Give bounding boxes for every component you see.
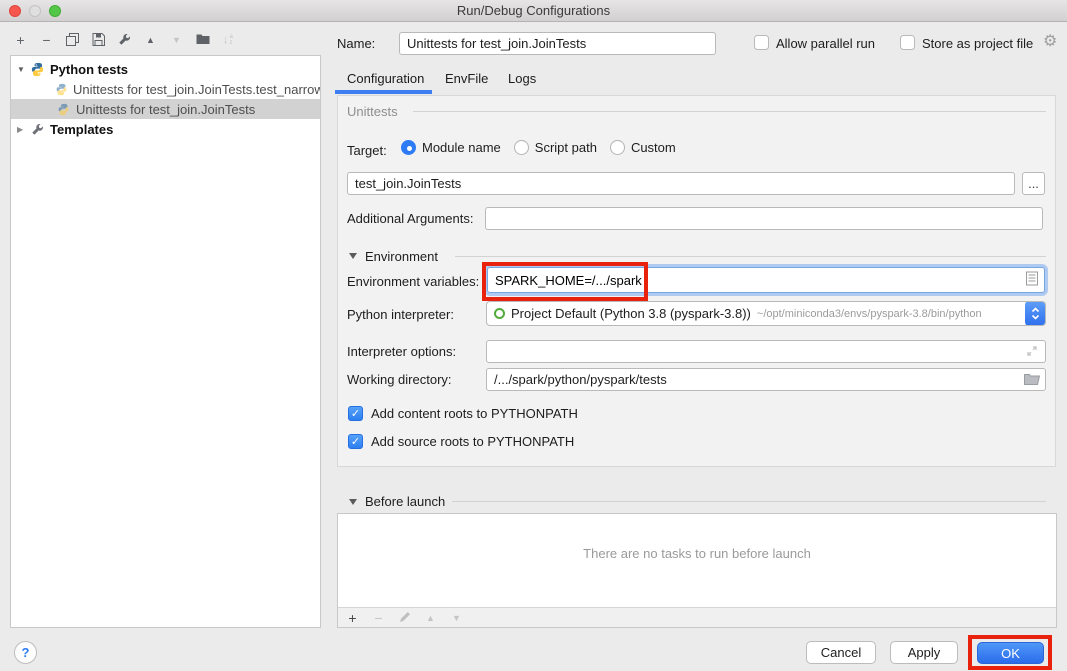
tree-item-python-tests[interactable]: ▼ Python tests bbox=[11, 59, 320, 79]
python-interpreter-label: Python interpreter: bbox=[347, 307, 454, 322]
radio-selected-icon[interactable] bbox=[401, 140, 416, 155]
interpreter-path: ~/opt/miniconda3/envs/pyspark-3.8/bin/py… bbox=[757, 308, 982, 320]
allow-parallel-run-label: Allow parallel run bbox=[776, 36, 875, 51]
folder-browse-icon[interactable] bbox=[1024, 373, 1040, 388]
environment-variables-input[interactable] bbox=[488, 268, 1044, 292]
tree-item-label: Unittests for test_join.JoinTests.test_n… bbox=[73, 82, 321, 97]
radio-script-path[interactable]: Script path bbox=[514, 140, 597, 155]
python-interpreter-select[interactable]: Project Default (Python 3.8 (pyspark-3.8… bbox=[486, 301, 1046, 326]
name-label: Name: bbox=[337, 36, 375, 51]
interpreter-options-input[interactable] bbox=[486, 340, 1046, 363]
collapsed-arrow-icon[interactable]: ▶ bbox=[17, 125, 29, 134]
window-title: Run/Debug Configurations bbox=[0, 0, 1067, 21]
cancel-button[interactable]: Cancel bbox=[806, 641, 876, 664]
edit-templates-wrench-icon[interactable] bbox=[118, 33, 131, 48]
add-source-roots-label: Add source roots to PYTHONPATH bbox=[371, 434, 574, 449]
add-task-icon[interactable]: + bbox=[346, 611, 359, 625]
store-as-project-file-label: Store as project file bbox=[922, 36, 1033, 51]
move-task-down-icon[interactable]: ▼ bbox=[450, 611, 463, 625]
environment-variables-label: Environment variables: bbox=[347, 274, 479, 289]
before-launch-empty-message: There are no tasks to run before launch bbox=[338, 546, 1056, 561]
additional-arguments-label: Additional Arguments: bbox=[347, 211, 473, 226]
module-name-input[interactable] bbox=[347, 172, 1015, 195]
conda-environment-icon bbox=[494, 308, 505, 319]
tab-envfile[interactable]: EnvFile bbox=[445, 71, 488, 86]
python-icon bbox=[29, 61, 45, 77]
tree-item-unittests-jointests-selected[interactable]: Unittests for test_join.JoinTests bbox=[11, 99, 320, 119]
target-label: Target: bbox=[347, 143, 387, 158]
radio-custom[interactable]: Custom bbox=[610, 140, 676, 155]
python-run-config-icon bbox=[55, 81, 68, 97]
tree-item-templates[interactable]: ▶ Templates bbox=[11, 119, 320, 139]
save-configuration-icon[interactable] bbox=[92, 33, 105, 48]
tree-item-label: Unittests for test_join.JoinTests bbox=[76, 102, 255, 117]
gear-icon[interactable]: ⚙ bbox=[1043, 34, 1057, 50]
move-task-up-icon[interactable]: ▲ bbox=[424, 611, 437, 625]
add-configuration-icon[interactable]: + bbox=[14, 33, 27, 47]
expand-field-icon[interactable] bbox=[1026, 345, 1038, 360]
add-source-roots-checkbox-row[interactable]: ✓ Add source roots to PYTHONPATH bbox=[348, 434, 574, 449]
remove-task-icon[interactable]: − bbox=[372, 611, 385, 625]
minimize-button[interactable] bbox=[29, 5, 41, 17]
radio-icon[interactable] bbox=[610, 140, 625, 155]
dropdown-stepper-icon[interactable] bbox=[1025, 301, 1046, 326]
ok-button[interactable]: OK bbox=[977, 642, 1044, 664]
section-divider bbox=[452, 501, 1046, 502]
tab-logs[interactable]: Logs bbox=[508, 71, 536, 86]
working-directory-label: Working directory: bbox=[347, 372, 452, 387]
additional-arguments-input[interactable] bbox=[485, 207, 1043, 230]
radio-icon[interactable] bbox=[514, 140, 529, 155]
section-divider bbox=[455, 256, 1046, 257]
before-launch-section-arrow-icon[interactable] bbox=[349, 499, 357, 505]
move-down-icon[interactable]: ▼ bbox=[170, 33, 183, 47]
close-button[interactable] bbox=[9, 5, 21, 17]
target-radio-group: Module name Script path Custom bbox=[401, 140, 676, 155]
group-divider bbox=[413, 111, 1046, 112]
radio-label: Custom bbox=[631, 140, 676, 155]
radio-label: Script path bbox=[535, 140, 597, 155]
add-content-roots-label: Add content roots to PYTHONPATH bbox=[371, 406, 578, 421]
radio-label: Module name bbox=[422, 140, 501, 155]
remove-configuration-icon[interactable]: − bbox=[40, 33, 53, 47]
expanded-arrow-icon[interactable]: ▼ bbox=[17, 65, 29, 74]
checked-checkbox-icon[interactable]: ✓ bbox=[348, 406, 363, 421]
zoom-button[interactable] bbox=[49, 5, 61, 17]
tab-configuration[interactable]: Configuration bbox=[347, 71, 424, 86]
templates-wrench-icon bbox=[29, 121, 45, 137]
before-launch-toolbar: + − ▲ ▼ bbox=[338, 607, 1056, 627]
interpreter-options-label: Interpreter options: bbox=[347, 344, 456, 359]
active-tab-underline bbox=[335, 90, 432, 94]
title-bar: Run/Debug Configurations bbox=[0, 0, 1067, 22]
allow-parallel-run-checkbox[interactable] bbox=[754, 35, 769, 50]
new-folder-icon[interactable] bbox=[196, 33, 210, 47]
python-run-config-icon bbox=[55, 101, 71, 117]
unittests-group-title: Unittests bbox=[347, 104, 398, 119]
environment-section-arrow-icon[interactable] bbox=[349, 253, 357, 259]
move-up-icon[interactable]: ▲ bbox=[144, 33, 157, 47]
working-directory-input[interactable] bbox=[486, 368, 1046, 391]
environment-variables-field bbox=[487, 267, 1045, 293]
sort-alphabetically-icon[interactable]: ↓az bbox=[223, 34, 233, 46]
store-as-project-file-checkbox[interactable] bbox=[900, 35, 915, 50]
help-button[interactable]: ? bbox=[14, 641, 37, 664]
tree-item-unittests-test-narrow[interactable]: Unittests for test_join.JoinTests.test_n… bbox=[11, 79, 320, 99]
tree-item-label: Templates bbox=[50, 122, 113, 137]
configurations-tree: ▼ Python tests Unittests for test_join.J… bbox=[10, 55, 321, 628]
browse-module-button[interactable]: ... bbox=[1022, 172, 1045, 195]
edit-variables-icon[interactable] bbox=[1026, 272, 1038, 289]
add-content-roots-checkbox-row[interactable]: ✓ Add content roots to PYTHONPATH bbox=[348, 406, 578, 421]
before-launch-panel: There are no tasks to run before launch … bbox=[337, 513, 1057, 628]
apply-button[interactable]: Apply bbox=[890, 641, 958, 664]
before-launch-title: Before launch bbox=[365, 494, 445, 509]
edit-task-pencil-icon[interactable] bbox=[398, 611, 411, 625]
checked-checkbox-icon[interactable]: ✓ bbox=[348, 434, 363, 449]
configurations-toolbar: + − ▲ ▼ ↓az bbox=[14, 32, 233, 48]
interpreter-name: Project Default (Python 3.8 (pyspark-3.8… bbox=[511, 306, 751, 321]
name-input[interactable] bbox=[399, 32, 716, 55]
radio-module-name[interactable]: Module name bbox=[401, 140, 501, 155]
environment-section-title: Environment bbox=[365, 249, 438, 264]
copy-configuration-icon[interactable] bbox=[66, 33, 79, 48]
tree-item-label: Python tests bbox=[50, 62, 128, 77]
